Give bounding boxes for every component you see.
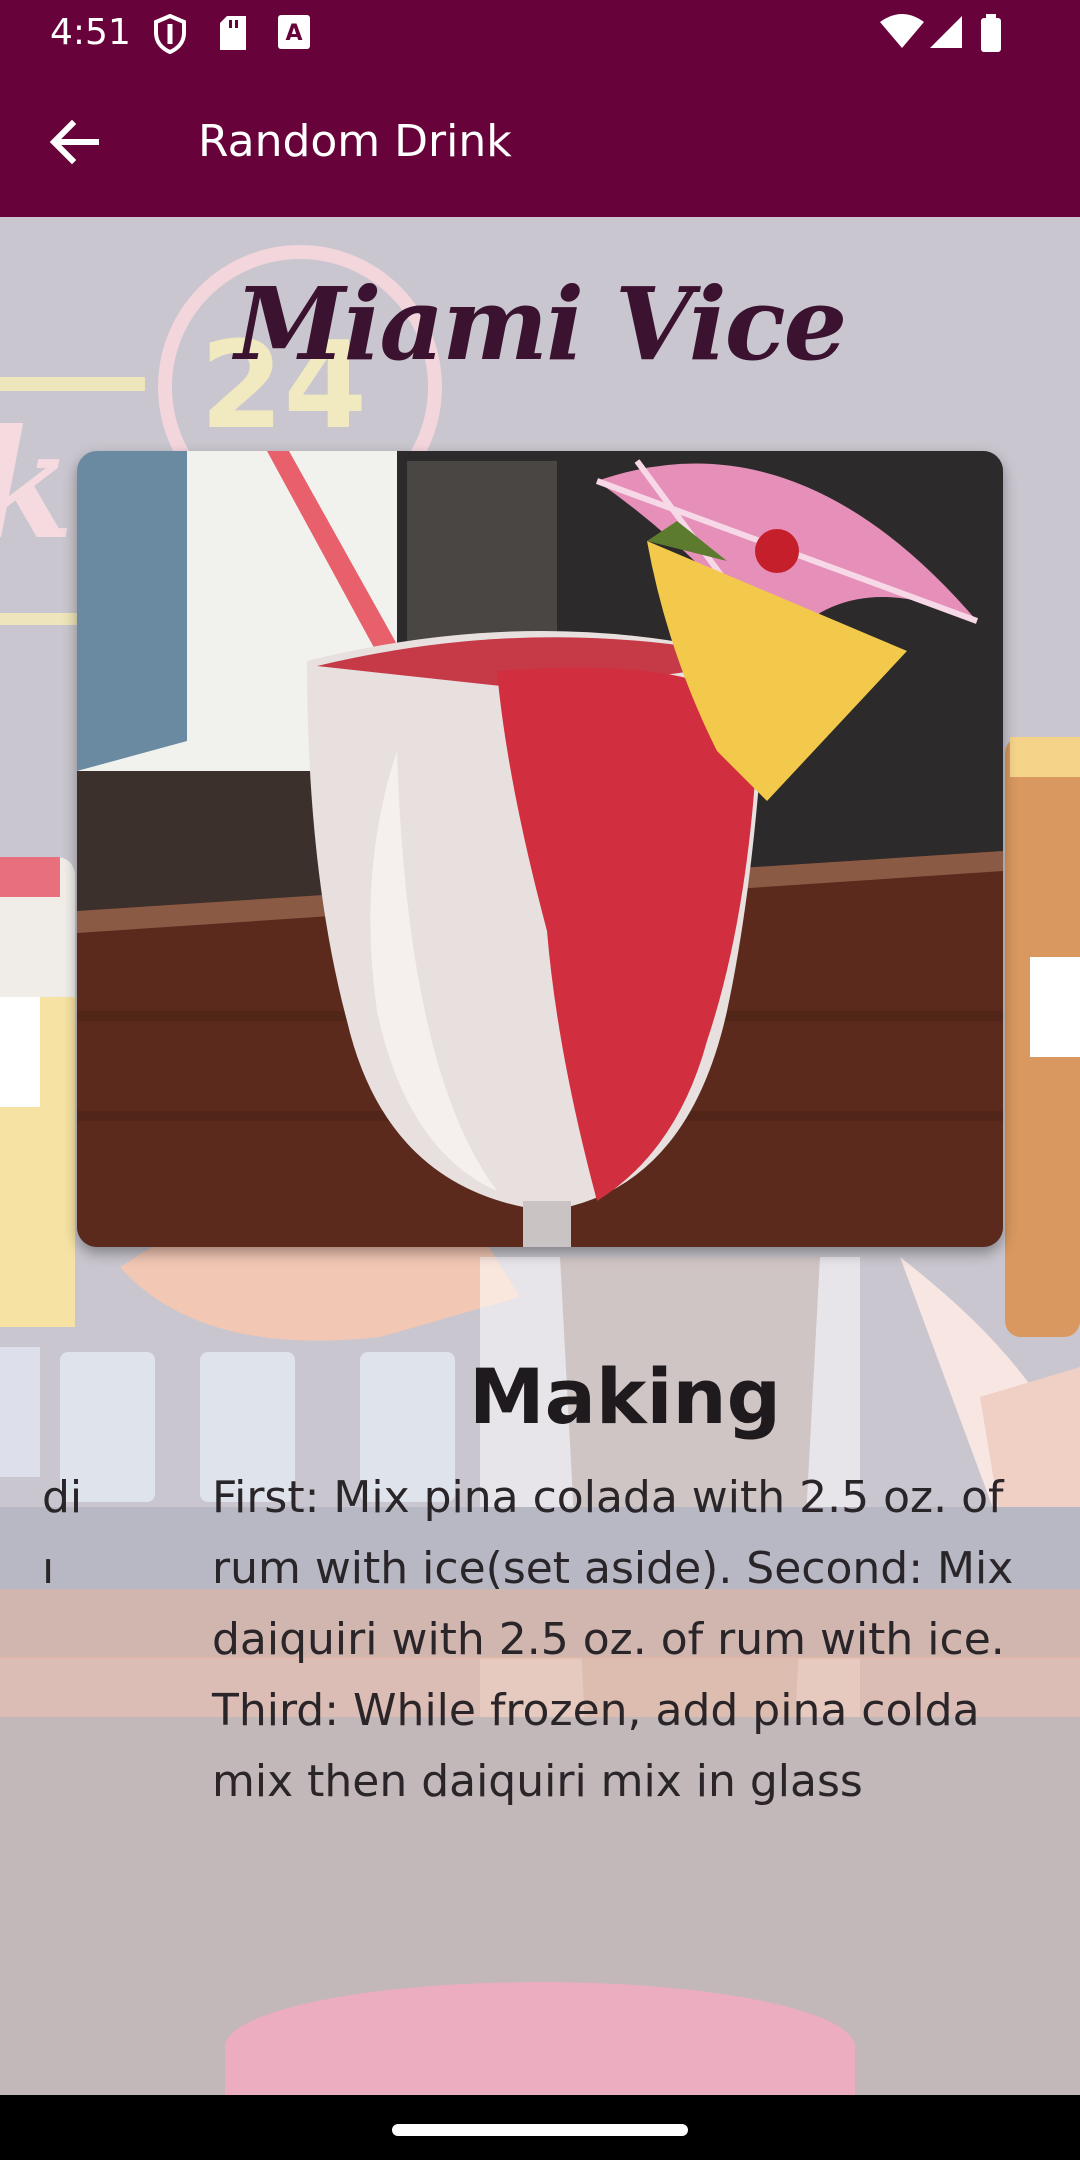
arrow-back-icon[interactable] [40, 114, 112, 170]
status-bar: 4:51 A [0, 0, 1080, 66]
app-bar-title: Random Drink [198, 116, 512, 167]
sd-card-icon [220, 16, 246, 50]
screen: 24 k 4:51 [0, 0, 1080, 2095]
app-bar: Random Drink [0, 66, 1080, 217]
making-instructions: First: Mix pina colada with 2.5 oz. of r… [212, 1472, 1014, 1807]
svg-text:A: A [285, 21, 302, 46]
signal-icon [930, 16, 962, 48]
shield-icon [154, 14, 186, 54]
battery-icon [981, 14, 1001, 52]
wifi-icon [880, 14, 924, 48]
drink-photo [77, 451, 1003, 1247]
home-indicator[interactable] [392, 2124, 688, 2136]
a-notification-icon: A [278, 15, 310, 49]
svg-text:k: k [0, 397, 74, 573]
status-time: 4:51 [50, 12, 131, 53]
drink-name: Miami Vice [234, 265, 847, 383]
offscreen-text-fragment: di ı [42, 1472, 83, 1594]
making-heading: Making [468, 1352, 781, 1441]
